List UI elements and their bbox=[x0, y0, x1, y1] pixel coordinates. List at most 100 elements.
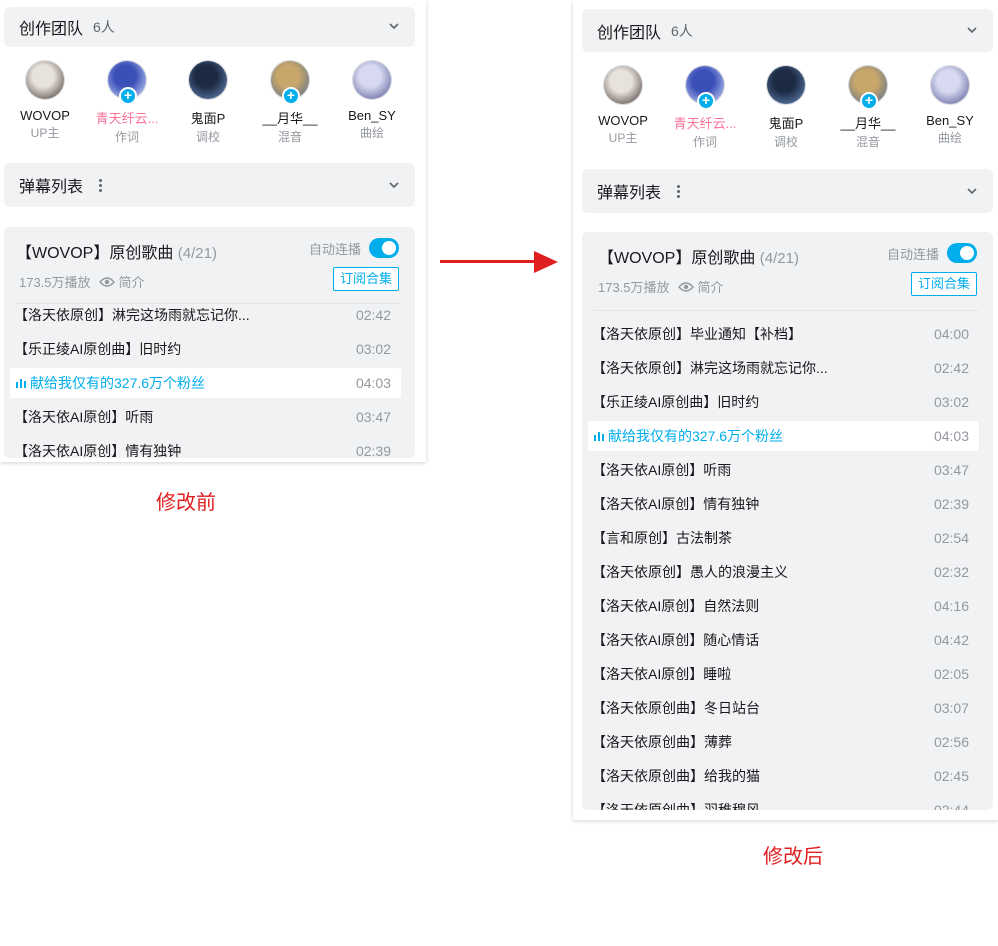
follow-plus-icon[interactable]: + bbox=[697, 92, 715, 110]
avatar[interactable]: + bbox=[270, 60, 310, 105]
team-count: 6人 bbox=[671, 22, 693, 39]
team-header[interactable]: 创作团队 6人 bbox=[4, 7, 415, 47]
playlist-item[interactable]: 【洛天依AI原创】情有独钟 02:39 bbox=[10, 436, 401, 458]
member-role: 调校 bbox=[773, 135, 798, 149]
playlist-item[interactable]: 【洛天依原创】毕业通知【补档】 04:00 bbox=[588, 319, 979, 349]
playlist-item[interactable]: 【洛天依AI原创】自然法则 04:16 bbox=[588, 591, 979, 621]
playlist-item[interactable]: 【洛天依AI原创】随心情话 04:42 bbox=[588, 625, 979, 655]
eye-icon bbox=[98, 276, 115, 287]
playlist-progress: (4/21) bbox=[759, 250, 799, 267]
member-role: 作词 bbox=[692, 135, 717, 149]
member-role: 混音 bbox=[277, 130, 302, 144]
playlist-item[interactable]: 【洛天依原创】愚人的浪漫主义 02:32 bbox=[588, 557, 979, 587]
playlist-item[interactable]: 【洛天依AI原创】睡啦 02:05 bbox=[588, 659, 979, 689]
danmaku-title: 弹幕列表 bbox=[19, 179, 84, 196]
playlist-item-title: 【洛天依原创】淋完这场雨就忘记你... bbox=[14, 307, 250, 323]
playlist-item[interactable]: 【洛天依AI原创】情有独钟 02:39 bbox=[588, 489, 979, 519]
danmaku-header[interactable]: 弹幕列表 bbox=[4, 163, 415, 207]
team-member[interactable]: + 青天纤云... 作词 bbox=[86, 60, 168, 145]
avatar[interactable] bbox=[603, 65, 643, 105]
intro-link[interactable]: 简介 bbox=[698, 277, 724, 296]
member-role: 作词 bbox=[114, 130, 139, 144]
playlist-item[interactable]: 【乐正绫AI原创曲】旧时约 03:02 bbox=[10, 334, 401, 364]
team-member[interactable]: 鬼面P 调校 bbox=[167, 60, 249, 145]
member-name[interactable]: __月华__ bbox=[249, 108, 331, 127]
member-name[interactable]: WOVOP bbox=[4, 108, 86, 123]
avatar[interactable]: + bbox=[848, 65, 888, 110]
chevron-down-icon[interactable] bbox=[965, 184, 979, 198]
autoplay-toggle[interactable] bbox=[369, 238, 399, 258]
subscribe-collection-button[interactable]: 订阅合集 bbox=[910, 272, 977, 296]
autoplay-label: 自动连播 bbox=[308, 241, 361, 257]
more-options-icon[interactable] bbox=[677, 184, 681, 198]
playlist-item-title: 【洛天依原创曲】薄葬 bbox=[592, 734, 732, 750]
team-header[interactable]: 创作团队 6人 bbox=[582, 9, 993, 52]
autoplay-control[interactable]: 自动连播 bbox=[309, 238, 399, 258]
team-member[interactable]: WOVOP UP主 bbox=[582, 65, 664, 146]
team-member[interactable]: WOVOP UP主 bbox=[4, 60, 86, 141]
playlist-item[interactable]: 【洛天依原创曲】羽稚穆风 02:44 bbox=[588, 795, 979, 810]
playlist-item-title: 【洛天依AI原创】情有独钟 bbox=[592, 496, 760, 512]
autoplay-control[interactable]: 自动连播 bbox=[887, 243, 977, 263]
playlist-item[interactable]: 【洛天依AI原创】听雨 03:47 bbox=[10, 402, 401, 432]
team-member[interactable]: 鬼面P 调校 bbox=[745, 65, 827, 150]
playlist-item[interactable]: 【洛天依原创曲】冬日站台 03:07 bbox=[588, 693, 979, 723]
playlist-item-title: 【洛天依原创】愚人的浪漫主义 bbox=[592, 564, 788, 580]
playlist-item-playing[interactable]: 献给我仅有的327.6万个粉丝 04:03 bbox=[588, 421, 979, 451]
playlist-item-playing[interactable]: 献给我仅有的327.6万个粉丝 04:03 bbox=[10, 368, 401, 398]
autoplay-label: 自动连播 bbox=[886, 246, 939, 262]
chevron-down-icon[interactable] bbox=[387, 178, 401, 192]
danmaku-header[interactable]: 弹幕列表 bbox=[582, 169, 993, 213]
avatar[interactable] bbox=[188, 60, 228, 100]
autoplay-toggle[interactable] bbox=[947, 243, 977, 263]
chevron-down-icon[interactable] bbox=[965, 23, 979, 37]
member-name[interactable]: Ben_SY bbox=[909, 113, 991, 128]
follow-plus-icon[interactable]: + bbox=[860, 92, 878, 110]
playlist-item[interactable]: 【洛天依原创曲】薄葬 02:56 bbox=[588, 727, 979, 757]
team-member[interactable]: + __月华__ 混音 bbox=[249, 60, 331, 145]
more-options-icon[interactable] bbox=[99, 178, 103, 192]
follow-plus-icon[interactable]: + bbox=[282, 87, 300, 105]
playlist-item[interactable]: 【洛天依原创曲】给我的猫 02:45 bbox=[588, 761, 979, 791]
playlist-item-duration: 02:54 bbox=[933, 530, 969, 546]
playlist-items: 【洛天依原创】淋完这场雨就忘记你... 02:42 【乐正绫AI原创曲】旧时约 03:… bbox=[10, 300, 401, 458]
playlist-item[interactable]: 【洛天依原创】淋完这场雨就忘记你... 02:42 bbox=[588, 353, 979, 383]
team-title: 创作团队 bbox=[597, 24, 662, 42]
avatar[interactable]: + bbox=[685, 65, 725, 110]
member-role: UP主 bbox=[30, 126, 60, 140]
avatar[interactable]: + bbox=[107, 60, 147, 105]
follow-plus-icon[interactable]: + bbox=[119, 87, 137, 105]
member-name[interactable]: 鬼面P bbox=[745, 113, 827, 132]
playlist-item-duration: 04:03 bbox=[933, 428, 969, 444]
playlist-item-title: 【洛天依原创】毕业通知【补档】 bbox=[592, 326, 802, 342]
avatar[interactable] bbox=[352, 60, 392, 100]
playlist-item[interactable]: 【乐正绫AI原创曲】旧时约 03:02 bbox=[588, 387, 979, 417]
avatar[interactable] bbox=[25, 60, 65, 100]
playlist-item[interactable]: 【言和原创】古法制茶 02:54 bbox=[588, 523, 979, 553]
member-name[interactable]: 青天纤云... bbox=[86, 108, 168, 127]
team-member[interactable]: + 青天纤云... 作词 bbox=[664, 65, 746, 150]
avatar[interactable] bbox=[766, 65, 806, 105]
playlist-meta: 173.5万播放 简介 bbox=[598, 277, 724, 296]
member-name[interactable]: 鬼面P bbox=[167, 108, 249, 127]
playlist-item[interactable]: 【洛天依原创】淋完这场雨就忘记你... 02:42 bbox=[10, 300, 401, 330]
team-member[interactable]: + __月华__ 混音 bbox=[827, 65, 909, 150]
caption-after: 修改后 bbox=[763, 846, 823, 868]
member-name[interactable]: 青天纤云... bbox=[664, 113, 746, 132]
member-role: UP主 bbox=[608, 131, 638, 145]
playlist-item[interactable]: 【洛天依AI原创】听雨 03:47 bbox=[588, 455, 979, 485]
intro-link[interactable]: 简介 bbox=[119, 272, 145, 291]
subscribe-collection-button[interactable]: 订阅合集 bbox=[332, 267, 399, 291]
arrow-right-icon bbox=[534, 251, 558, 273]
playlist-item-duration: 02:56 bbox=[933, 734, 969, 750]
chevron-down-icon[interactable] bbox=[387, 19, 401, 33]
member-name[interactable]: __月华__ bbox=[827, 113, 909, 132]
playlist-item-duration: 03:02 bbox=[933, 394, 969, 410]
playlist-title[interactable]: 【WOVOP】原创歌曲 (4/21) bbox=[16, 239, 217, 263]
playlist-title[interactable]: 【WOVOP】原创歌曲 (4/21) bbox=[598, 244, 799, 268]
team-member[interactable]: Ben_SY 曲绘 bbox=[909, 65, 991, 146]
member-name[interactable]: WOVOP bbox=[582, 113, 664, 128]
member-name[interactable]: Ben_SY bbox=[331, 108, 413, 123]
avatar[interactable] bbox=[930, 65, 970, 105]
team-member[interactable]: Ben_SY 曲绘 bbox=[331, 60, 413, 141]
